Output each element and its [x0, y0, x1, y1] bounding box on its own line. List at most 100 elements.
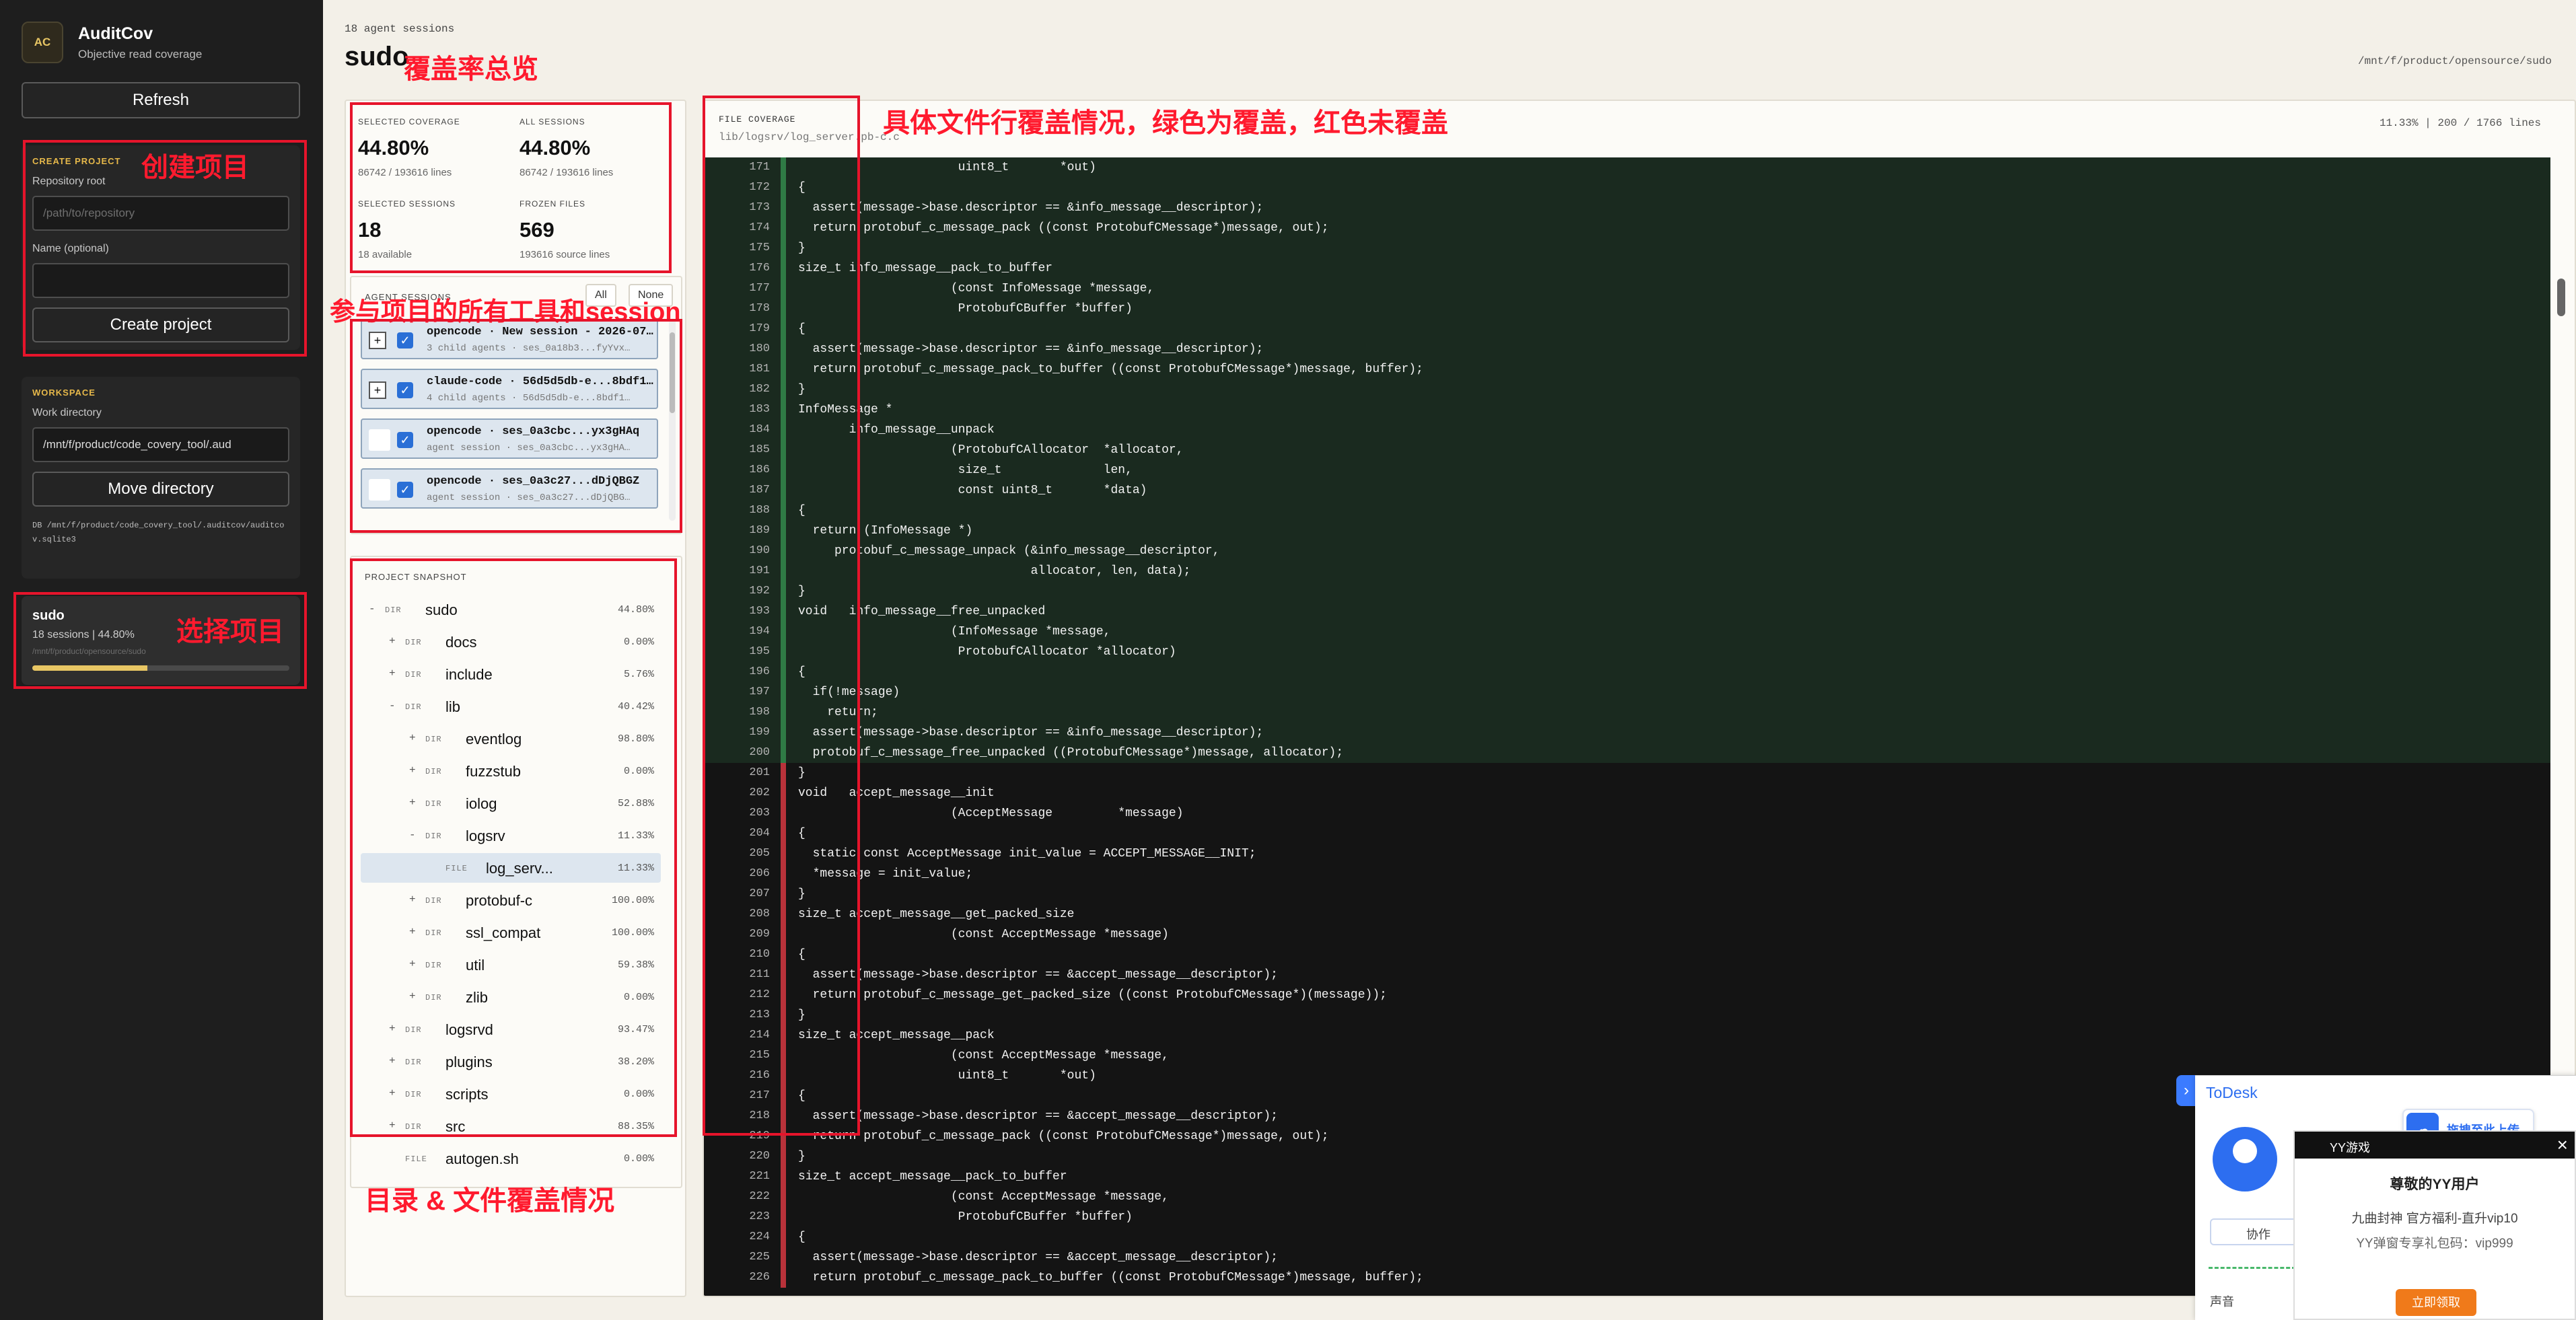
line-number: 200	[749, 746, 770, 759]
sound-toggle[interactable]: 声音	[2210, 1292, 2234, 1310]
expand-icon[interactable]: +	[389, 1087, 396, 1099]
tree-kind: DIR	[425, 896, 442, 906]
expand-icon[interactable]: +	[409, 990, 416, 1002]
expand-icon[interactable]: +	[409, 764, 416, 776]
collapse-icon[interactable]: -	[409, 829, 416, 841]
tree-dir-row[interactable]: + DIR ssl_compat 100.00%	[361, 918, 661, 947]
stat-label: ALL SESSIONS	[520, 117, 585, 126]
coverage-marker	[781, 480, 786, 501]
code-line: 214 size_t accept_message__pack	[704, 1025, 2550, 1046]
expand-icon[interactable]: +	[409, 732, 416, 744]
session-item[interactable]: + ✓ claude-code · 56d5d5db-e...8bdf1… 4 chi…	[361, 369, 658, 409]
expand-icon[interactable]: +	[389, 1120, 396, 1132]
expand-icon[interactable]: +	[389, 667, 396, 680]
tree-dir-row[interactable]: + DIR docs 0.00%	[361, 627, 661, 657]
session-checkbox[interactable]: ✓	[397, 382, 413, 398]
code-line: 193 void info_message__free_unpacked	[704, 601, 2550, 622]
project-name-input[interactable]	[32, 263, 289, 298]
collapse-icon[interactable]: -	[369, 603, 375, 615]
session-checkbox[interactable]: ✓	[397, 432, 413, 448]
todesk-toggle-button[interactable]: ›	[2176, 1075, 2196, 1106]
tree-dir-row[interactable]: + DIR zlib 0.00%	[361, 982, 661, 1012]
tree-file-row[interactable]: FILE log_serv... 11.33%	[361, 853, 661, 883]
tree-dir-row[interactable]: + DIR logsrvd 93.47%	[361, 1015, 661, 1044]
session-checkbox[interactable]: ✓	[397, 332, 413, 349]
tree-coverage: 0.00%	[623, 1153, 654, 1165]
expand-button[interactable]: +	[369, 381, 386, 399]
expand-icon[interactable]: +	[389, 635, 396, 647]
code-text: ProtobufCBuffer *buffer)	[798, 302, 1133, 316]
code-scroll-thumb[interactable]	[2557, 279, 2565, 316]
line-number: 189	[749, 524, 770, 537]
code-line: 189 return (InfoMessage *)	[704, 521, 2550, 541]
code-text: (const AcceptMessage *message)	[798, 928, 1169, 941]
tree-coverage: 100.00%	[611, 927, 654, 939]
code-text: size_t accept_message__get_packed_size	[798, 908, 1075, 921]
session-item[interactable]: ✓ opencode · ses_0a3c27...dDjQBGZ agent se…	[361, 468, 658, 509]
tree-coverage: 11.33%	[617, 863, 654, 874]
stats-card: SELECTED COVERAGE 44.80% 86742 / 193616 …	[350, 105, 672, 269]
stat-value: 44.80%	[358, 136, 429, 159]
tree-coverage: 0.00%	[623, 1089, 654, 1100]
expand-icon[interactable]: +	[389, 1055, 396, 1067]
expand-button[interactable]: +	[369, 332, 386, 349]
code-text: }	[798, 766, 806, 780]
tree-dir-row[interactable]: - DIR sudo 44.80%	[361, 595, 661, 624]
tree-dir-row[interactable]: + DIR util 59.38%	[361, 950, 661, 980]
tree-name: eventlog	[466, 731, 522, 747]
tree-kind: DIR	[405, 1090, 422, 1099]
annotation-create-project: 创建项目	[141, 153, 249, 182]
line-number: 223	[749, 1210, 770, 1223]
tree-name: log_serv...	[486, 860, 553, 877]
stat-label: SELECTED SESSIONS	[358, 199, 456, 209]
tree-dir-row[interactable]: + DIR plugins 38.20%	[361, 1047, 661, 1076]
tree-dir-row[interactable]: - DIR lib 40.42%	[361, 692, 661, 721]
work-directory-input[interactable]: /mnt/f/product/code_covery_tool/.aud	[32, 427, 289, 462]
move-directory-button[interactable]: Move directory	[32, 472, 289, 507]
coverage-marker	[781, 1106, 786, 1126]
session-title: opencode · ses_0a3c27...dDjQBGZ	[427, 475, 640, 488]
refresh-button[interactable]: Refresh	[22, 82, 300, 118]
code-text: InfoMessage *	[798, 403, 893, 416]
sessions-scrollbar[interactable]	[669, 319, 676, 521]
coverage-marker	[781, 783, 786, 803]
coverage-marker	[781, 642, 786, 662]
tree-dir-row[interactable]: + DIR fuzzstub 0.00%	[361, 756, 661, 786]
line-number: 196	[749, 665, 770, 678]
close-icon[interactable]: ×	[2557, 1134, 2568, 1156]
tree-dir-row[interactable]: + DIR eventlog 98.80%	[361, 724, 661, 754]
session-checkbox[interactable]: ✓	[397, 482, 413, 498]
code-line: 210 {	[704, 945, 2550, 965]
coverage-marker	[781, 339, 786, 359]
tree-name: autogen.sh	[445, 1150, 519, 1167]
code-line: 184 info_message__unpack	[704, 420, 2550, 440]
tree-coverage: 88.35%	[617, 1121, 654, 1132]
expand-icon[interactable]: +	[409, 926, 416, 938]
tree-file-row[interactable]: FILE autogen.sh 0.00%	[361, 1144, 661, 1173]
create-project-button[interactable]: Create project	[32, 307, 289, 342]
tree-dir-row[interactable]: + DIR include 5.76%	[361, 659, 661, 689]
code-line: 204 {	[704, 823, 2550, 844]
expand-icon[interactable]: +	[409, 797, 416, 809]
project-coverage-fill	[32, 665, 148, 671]
line-number: 184	[749, 423, 770, 436]
expand-icon[interactable]: +	[409, 893, 416, 906]
tree-dir-row[interactable]: + DIR src 88.35%	[361, 1111, 661, 1141]
sessions-scroll-thumb[interactable]	[670, 332, 675, 413]
yy-claim-button[interactable]: 立即领取	[2396, 1289, 2476, 1316]
expand-icon[interactable]: +	[409, 958, 416, 970]
session-count: 18 agent sessions	[345, 23, 455, 35]
session-item[interactable]: ✓ opencode · ses_0a3cbc...yx3gHAq agent se…	[361, 418, 658, 459]
tree-kind: DIR	[425, 767, 442, 776]
tree-dir-row[interactable]: + DIR protobuf-c 100.00%	[361, 885, 661, 915]
repo-root-input[interactable]: /path/to/repository	[32, 196, 289, 231]
expand-icon[interactable]: +	[389, 1023, 396, 1035]
line-number: 180	[749, 342, 770, 355]
line-number: 191	[749, 564, 770, 577]
code-text: }	[798, 242, 806, 255]
line-number: 209	[749, 928, 770, 941]
tree-dir-row[interactable]: + DIR scripts 0.00%	[361, 1079, 661, 1109]
tree-dir-row[interactable]: - DIR logsrv 11.33%	[361, 821, 661, 850]
tree-dir-row[interactable]: + DIR iolog 52.88%	[361, 789, 661, 818]
collapse-icon[interactable]: -	[389, 700, 396, 712]
